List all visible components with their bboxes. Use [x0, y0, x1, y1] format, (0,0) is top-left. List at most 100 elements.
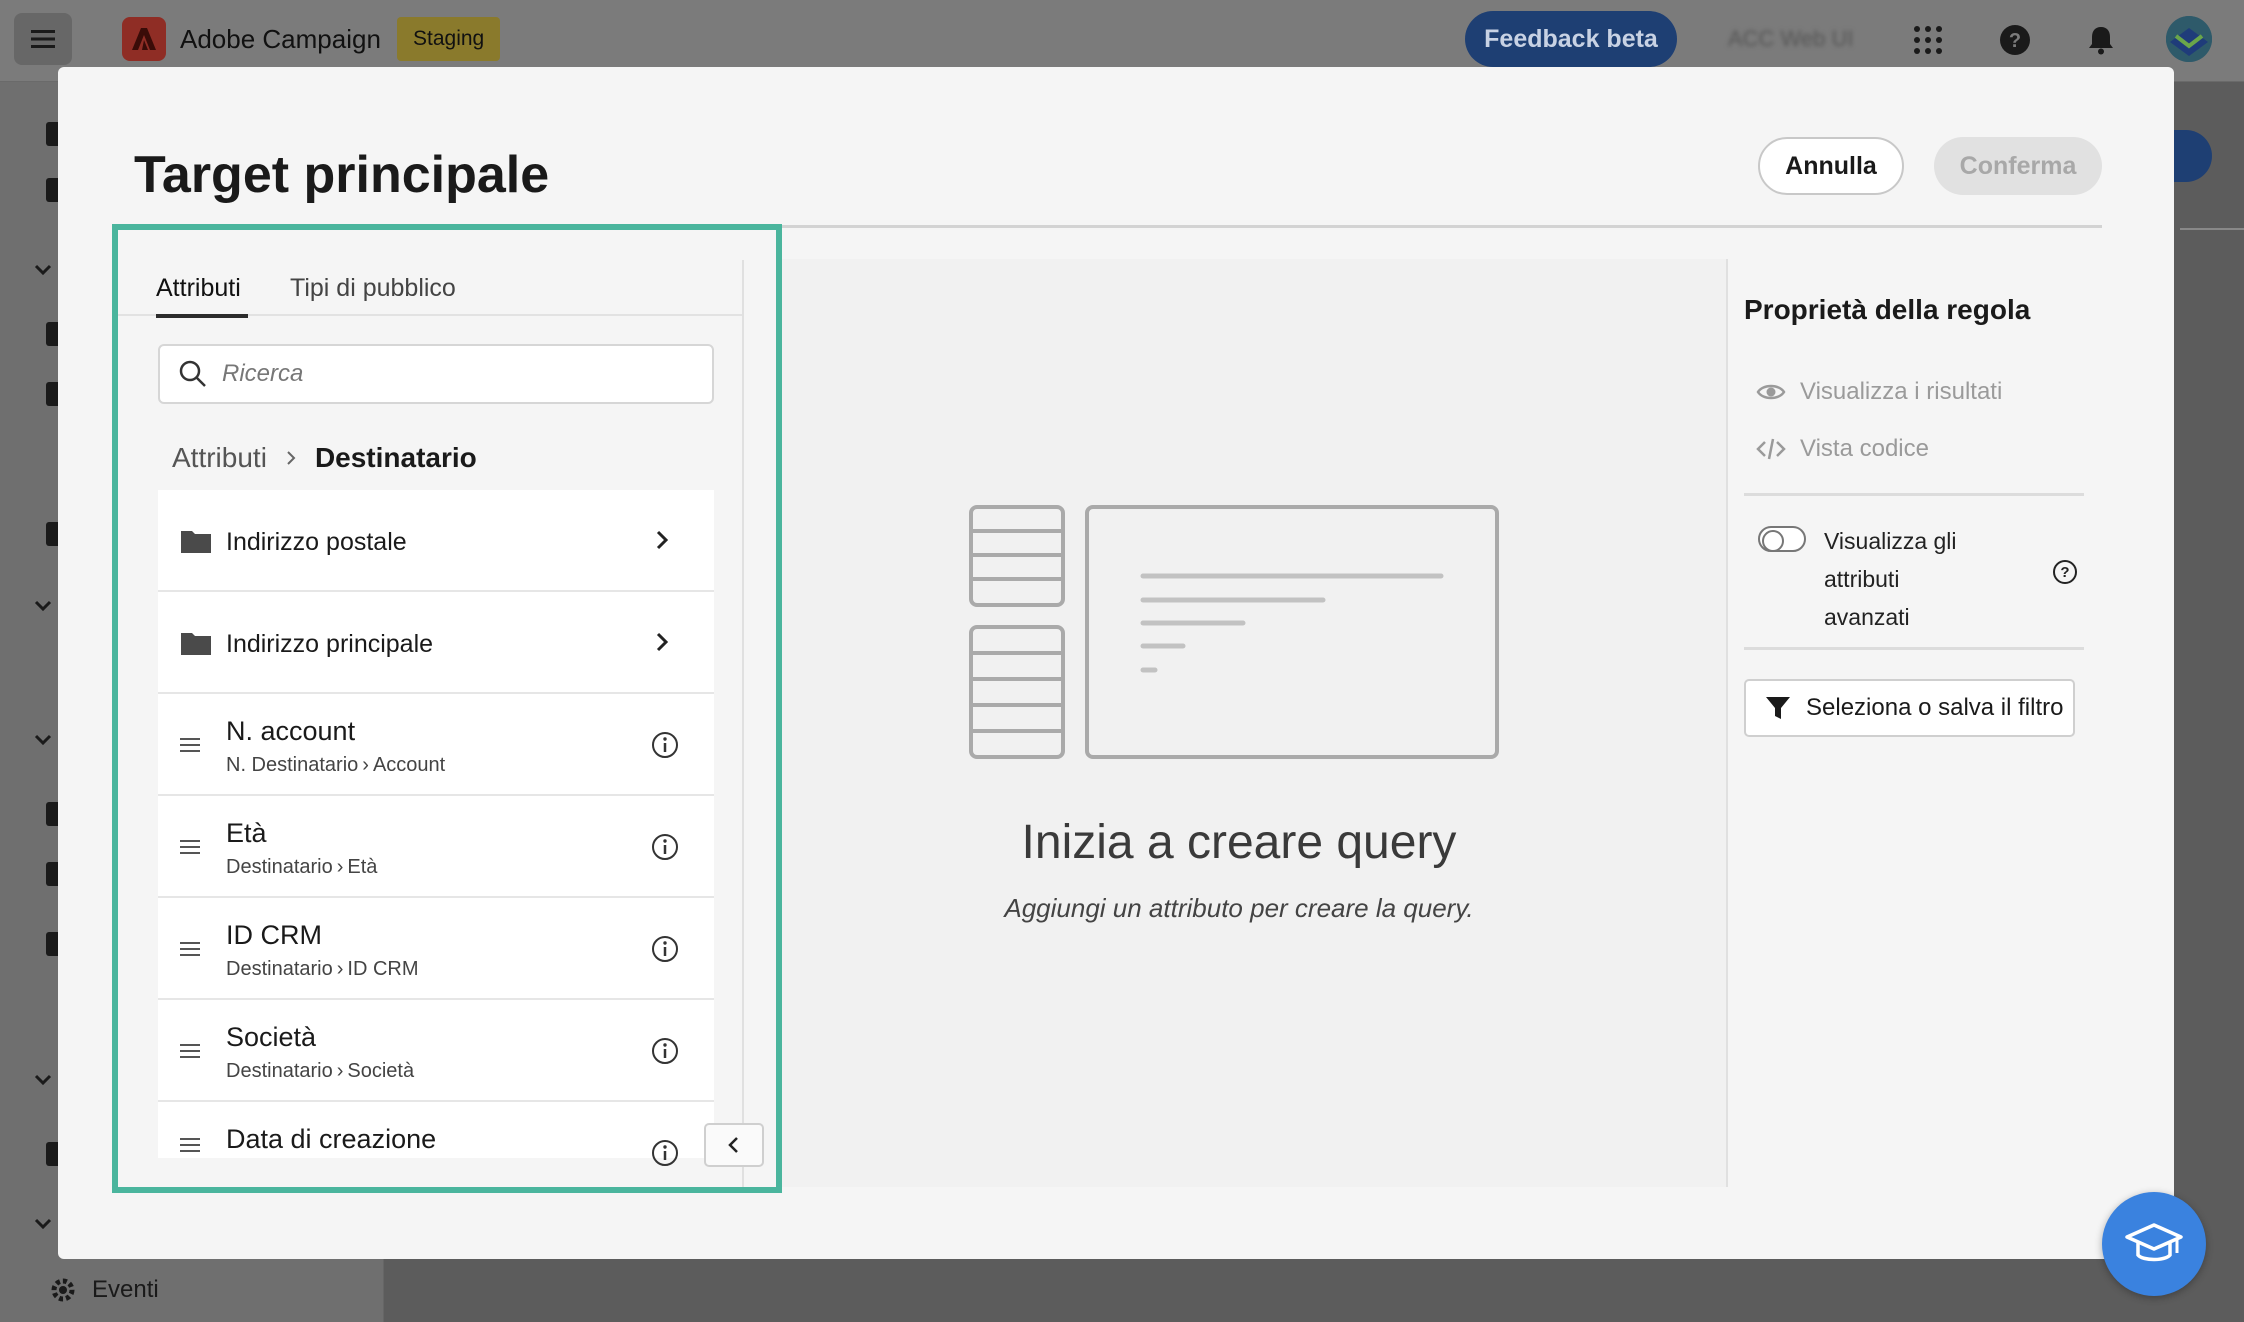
adobe-logo-icon[interactable] — [122, 17, 166, 61]
divider — [2180, 228, 2244, 230]
path-segment: Account — [372, 754, 446, 776]
help-icon[interactable]: ? — [1995, 20, 2035, 60]
chevron-left-icon — [728, 1137, 738, 1153]
notifications-bell-icon[interactable] — [2081, 20, 2121, 60]
menu-icon[interactable] — [14, 13, 72, 65]
attribute-icon — [180, 942, 200, 956]
search-input[interactable] — [222, 360, 682, 388]
select-save-filter-button[interactable]: Seleziona o salva il filtro — [1744, 679, 2075, 737]
path-segment: Destinatario — [226, 856, 333, 878]
list-item[interactable]: Indirizzo principale — [158, 592, 714, 694]
chevron-right-icon: › — [336, 958, 344, 980]
breadcrumb: Attributi Destinatario — [172, 442, 477, 474]
attribute-icon — [180, 1044, 200, 1058]
list-item[interactable]: ID CRM Destinatario › ID CRM — [158, 898, 714, 1000]
gear-icon — [51, 1278, 75, 1302]
list-item[interactable]: Data di creazione — [158, 1102, 714, 1166]
advanced-attributes-label: Visualizza gli attributi avanzati — [1824, 528, 1957, 630]
path-segment: Società — [347, 1060, 415, 1082]
feedback-button[interactable]: Feedback beta — [1465, 11, 1677, 67]
folder-icon — [181, 531, 211, 553]
graduation-cap-icon — [2125, 1223, 2183, 1262]
list-item[interactable]: Indirizzo postale — [158, 490, 714, 592]
eye-icon — [1756, 384, 1786, 400]
chevron-right-icon[interactable] — [650, 630, 674, 654]
attribute-path: Destinatario › Età — [226, 856, 377, 879]
list-item-label: Età — [226, 818, 267, 848]
search-icon — [179, 360, 206, 387]
apps-grid-icon[interactable] — [1908, 20, 1948, 60]
tab-audience-types[interactable]: Tipi di pubblico — [290, 274, 456, 303]
path-segment: N. Destinatario — [226, 754, 359, 776]
chevron-down-icon[interactable] — [32, 594, 54, 616]
attribute-list: Indirizzo postale Indirizzo principale N… — [158, 490, 714, 1166]
confirm-button[interactable]: Conferma — [1934, 137, 2102, 195]
attribute-tabs: Attributi Tipi di pubblico — [118, 260, 742, 316]
chevron-down-icon[interactable] — [32, 728, 54, 750]
list-item-label: Società — [226, 1022, 317, 1052]
panel-divider — [742, 260, 744, 1187]
attribute-icon — [180, 1138, 200, 1152]
chevron-right-icon: › — [336, 1060, 344, 1082]
org-name[interactable]: ACC Web UI — [1728, 26, 1854, 52]
divider — [782, 225, 2102, 228]
rule-properties-title: Proprietà della regola — [1744, 294, 2031, 325]
code-view-button[interactable]: Vista codice — [1756, 434, 1929, 464]
divider — [1744, 647, 2084, 650]
empty-state-subtitle: Aggiungi un attributo per creare la quer… — [1004, 893, 1474, 923]
tab-attributes[interactable]: Attributi — [156, 274, 241, 303]
app-title: Adobe Campaign — [180, 24, 381, 54]
user-avatar[interactable] — [2166, 16, 2212, 62]
info-icon[interactable] — [650, 1138, 680, 1168]
list-item[interactable]: Età Destinatario › Età — [158, 796, 714, 898]
attribute-icon — [180, 840, 200, 854]
list-item-label: Data di creazione — [226, 1124, 437, 1154]
sidebar-item-events[interactable]: Eventi — [48, 1275, 159, 1305]
divider — [1744, 493, 2084, 496]
breadcrumb-item-attributes[interactable]: Attributi — [172, 442, 267, 474]
folder-icon — [181, 633, 211, 655]
list-item-label: ID CRM — [226, 920, 322, 950]
view-results-label: Visualizza i risultati — [1800, 378, 2003, 405]
filter-button-label: Seleziona o salva il filtro — [1806, 694, 2064, 721]
advanced-attributes-toggle[interactable] — [1758, 526, 1806, 552]
chevron-down-icon[interactable] — [32, 1212, 54, 1234]
info-icon[interactable] — [650, 832, 680, 862]
chevron-down-icon[interactable] — [32, 258, 54, 280]
help-icon[interactable]: ? — [2052, 559, 2078, 585]
list-item-label: Indirizzo postale — [226, 528, 407, 556]
svg-text:?: ? — [2060, 564, 2069, 581]
info-icon[interactable] — [650, 730, 680, 760]
empty-query-illustration — [969, 505, 1499, 759]
path-segment: Destinatario — [226, 958, 333, 980]
info-icon[interactable] — [650, 934, 680, 964]
attribute-path: Destinatario › ID CRM — [226, 958, 419, 981]
list-item-label: N. account — [226, 716, 356, 746]
cancel-button[interactable]: Annulla — [1758, 137, 1904, 195]
chevron-right-icon[interactable] — [650, 528, 674, 552]
dialog-title: Target principale — [134, 146, 550, 204]
svg-text:?: ? — [2009, 30, 2021, 52]
path-segment: Destinatario — [226, 1060, 333, 1082]
view-results-button[interactable]: Visualizza i risultati — [1756, 377, 2002, 407]
environment-badge: Staging — [397, 17, 501, 61]
learn-button[interactable] — [2102, 1192, 2206, 1296]
breadcrumb-item-recipient: Destinatario — [314, 442, 477, 473]
path-segment: Età — [347, 856, 378, 878]
code-view-label: Vista codice — [1800, 435, 1929, 462]
list-item[interactable]: Società Destinatario › Società — [158, 1000, 714, 1102]
sidebar-item-label: Eventi — [92, 1276, 159, 1303]
active-tab-indicator — [156, 314, 248, 318]
list-item-label: Indirizzo principale — [226, 630, 434, 658]
attribute-icon — [180, 738, 200, 752]
collapse-panel-button[interactable] — [704, 1123, 764, 1167]
info-icon[interactable] — [650, 1036, 680, 1066]
attributes-panel: Attributi Tipi di pubblico Attributi Des… — [118, 230, 776, 1187]
attribute-search-field[interactable] — [158, 344, 714, 404]
chevron-right-icon: › — [336, 856, 344, 878]
chevron-right-icon: › — [362, 754, 369, 776]
chevron-right-icon — [287, 451, 296, 465]
list-item[interactable]: N. account N. Destinatario › Account — [158, 694, 714, 796]
chevron-down-icon[interactable] — [32, 1068, 54, 1090]
path-segment: ID CRM — [347, 958, 419, 980]
